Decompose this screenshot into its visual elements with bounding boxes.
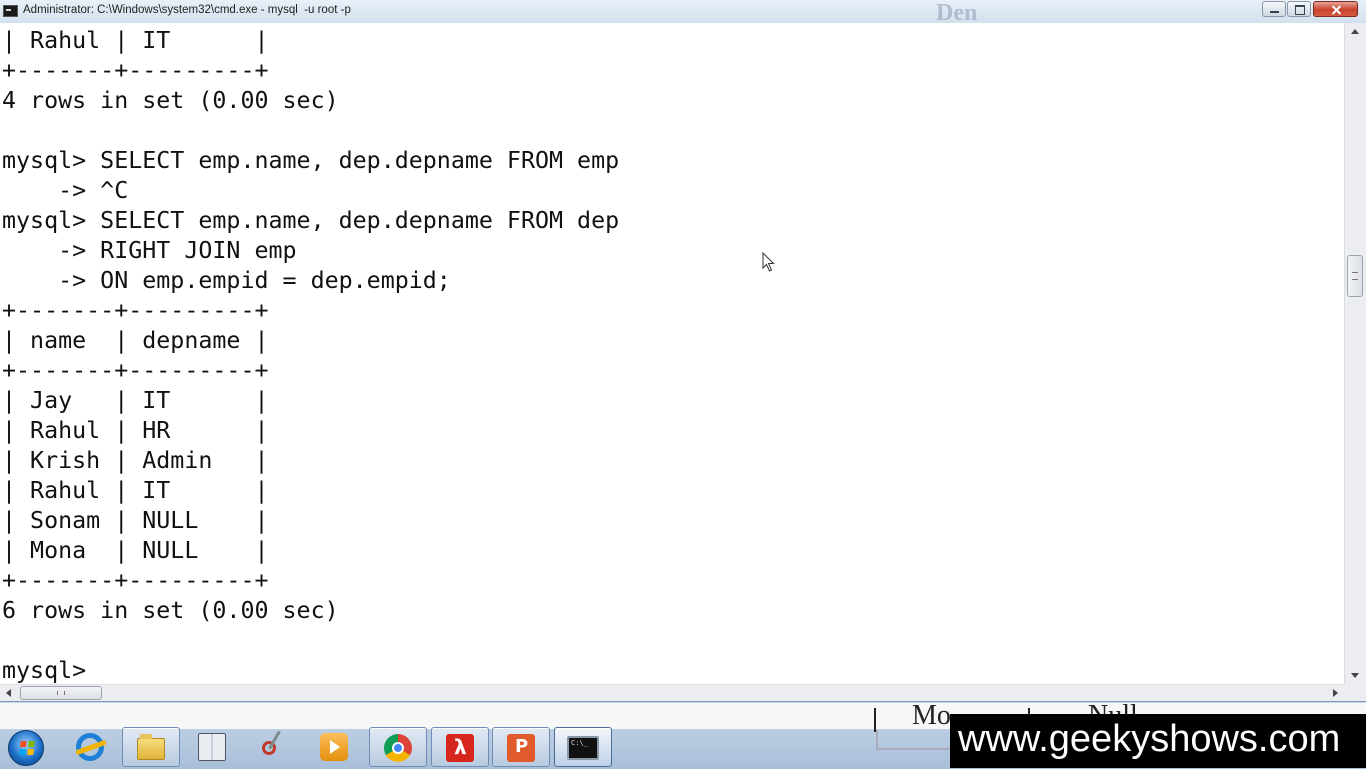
- window-title: Administrator: C:\Windows\system32\cmd.e…: [23, 4, 351, 16]
- taskbar-item-snipping-tool[interactable]: [246, 727, 304, 767]
- restore-button[interactable]: [1287, 1, 1311, 17]
- snipping-tool-icon: [262, 741, 276, 755]
- acrobat-pdf-icon: [446, 734, 474, 762]
- minimize-button[interactable]: [1262, 1, 1286, 17]
- console-line: | name | depname |: [2, 327, 269, 354]
- taskbar-item-file-explorer[interactable]: [122, 727, 180, 767]
- windows-logo-icon: [19, 741, 35, 755]
- console-line: +-------+---------+: [2, 567, 269, 594]
- console-line: 6 rows in set (0.00 sec): [2, 597, 339, 624]
- mouse-pointer-icon: [762, 252, 775, 272]
- start-button[interactable]: [8, 730, 44, 766]
- scroll-up-arrow-icon[interactable]: [1351, 29, 1359, 34]
- console-line: mysql> SELECT emp.name, dep.depname FROM…: [2, 207, 620, 234]
- console-prompt[interactable]: mysql>: [2, 656, 619, 684]
- command-prompt-icon: [567, 736, 599, 760]
- taskbar-item-chrome[interactable]: [369, 727, 427, 767]
- taskbar-item-powerpoint[interactable]: [492, 727, 550, 767]
- taskbar-item-command-prompt[interactable]: [554, 727, 612, 767]
- taskbar-item-reader[interactable]: [184, 727, 242, 767]
- console-line: -> ON emp.empid = dep.empid;: [2, 267, 451, 294]
- watermark-banner: www.geekyshows.com: [950, 714, 1366, 768]
- console-line: | Jay | IT |: [2, 387, 269, 414]
- console-output-area[interactable]: | Rahul | IT | +-------+---------+ 4 row…: [0, 23, 1344, 684]
- taskbar-item-media-player[interactable]: [306, 727, 364, 767]
- console-lines: | Rahul | IT | +-------+---------+ 4 row…: [2, 26, 619, 684]
- window-title-bar[interactable]: Administrator: C:\Windows\system32\cmd.e…: [0, 0, 1366, 26]
- console-line: 4 rows in set (0.00 sec): [2, 87, 339, 114]
- internet-explorer-icon: [76, 733, 104, 761]
- watermark-text: www.geekyshows.com: [958, 718, 1341, 760]
- media-player-icon: [320, 733, 348, 761]
- scroll-left-arrow-icon[interactable]: [6, 689, 11, 697]
- background-table-divider: [874, 708, 876, 732]
- console-line: +-------+---------+: [2, 357, 269, 384]
- console-line: mysql> SELECT emp.name, dep.depname FROM…: [2, 147, 620, 174]
- console-line: -> RIGHT JOIN emp: [2, 237, 297, 264]
- console-line: | Krish | Admin |: [2, 447, 269, 474]
- console-line: +-------+---------+: [2, 297, 269, 324]
- file-explorer-icon: [137, 734, 165, 760]
- scrollbar-corner: [1344, 684, 1366, 701]
- vertical-scroll-thumb[interactable]: [1347, 255, 1363, 297]
- console-line: | Mona | NULL |: [2, 537, 269, 564]
- scroll-right-arrow-icon[interactable]: [1333, 689, 1338, 697]
- taskbar-item-acrobat[interactable]: [431, 727, 489, 767]
- console-line: | Rahul | IT |: [2, 27, 269, 54]
- chrome-icon: [384, 734, 412, 762]
- reader-book-icon: [198, 733, 226, 761]
- console-line: | Sonam | NULL |: [2, 507, 269, 534]
- taskbar-item-internet-explorer[interactable]: [62, 727, 120, 767]
- console-line: -> ^C: [2, 177, 129, 204]
- console-line: +-------+---------+: [2, 57, 269, 84]
- cmd-window-icon[interactable]: [3, 5, 18, 17]
- console-line: | Rahul | IT |: [2, 477, 269, 504]
- console-line: | Rahul | HR |: [2, 417, 269, 444]
- scroll-down-arrow-icon[interactable]: [1351, 673, 1359, 678]
- powerpoint-icon: [507, 734, 535, 762]
- horizontal-scrollbar[interactable]: [0, 684, 1344, 701]
- close-button[interactable]: [1313, 1, 1358, 17]
- vertical-scrollbar[interactable]: [1344, 23, 1366, 684]
- horizontal-scroll-thumb[interactable]: [20, 686, 102, 700]
- background-table-text: Mo: [912, 700, 951, 731]
